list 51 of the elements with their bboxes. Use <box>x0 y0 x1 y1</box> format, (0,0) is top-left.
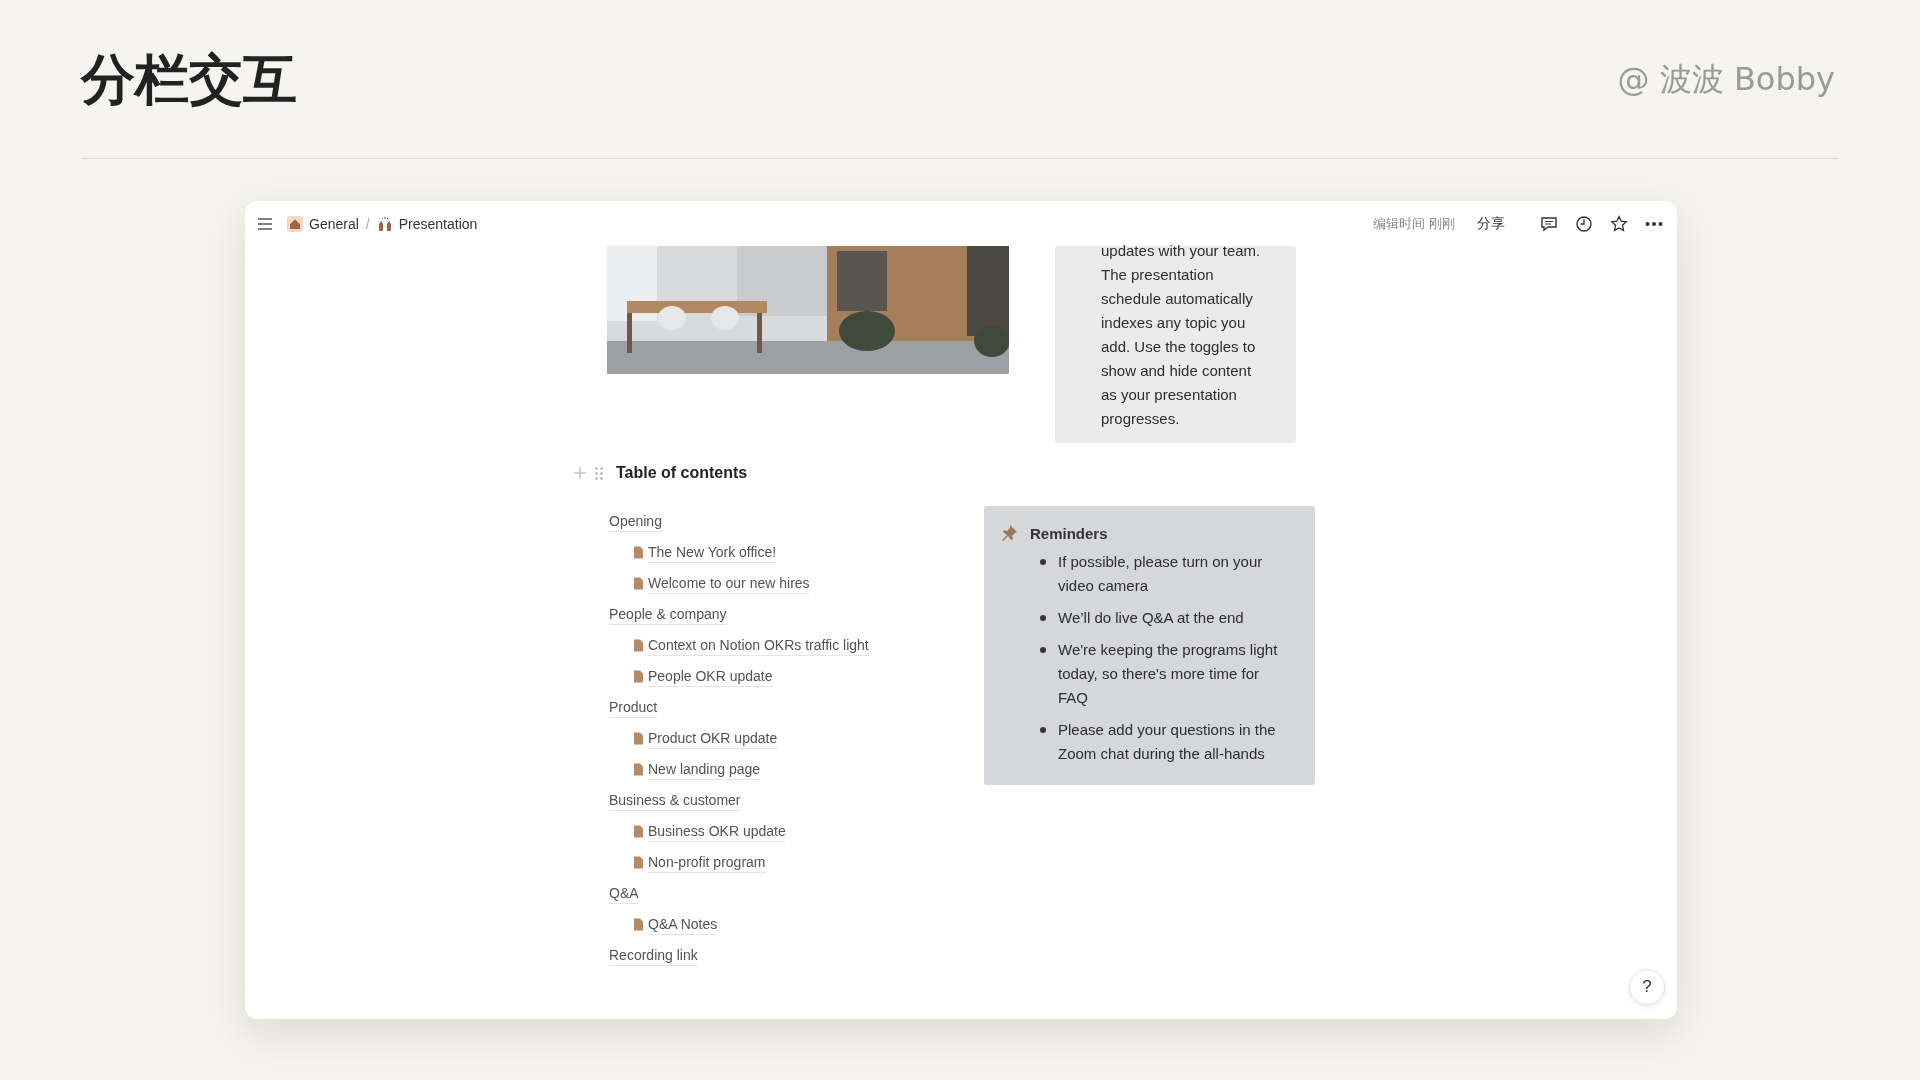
toc-link[interactable]: Q&A <box>609 883 639 904</box>
author-credit: @ 波波 Bobby <box>1617 59 1835 100</box>
drag-handle-icon[interactable] <box>595 466 603 480</box>
callout-text: updates with your team. The presentation schedule automatically indexes any topic you add. Use the toggles to show and hide content as your presentation progresses. <box>1101 241 1262 429</box>
callout-title: Reminders <box>1030 524 1108 542</box>
more-icon[interactable] <box>1645 220 1663 227</box>
house-icon <box>287 215 303 232</box>
toc-link[interactable]: Product OKR update <box>648 728 778 749</box>
bullet-text: We’ll do live Q&A at the end <box>1058 608 1244 628</box>
bullet-icon <box>1040 559 1046 565</box>
bullet-text: If possible, please turn on your video camera <box>1058 552 1264 596</box>
toc-link[interactable]: Non-profit program <box>648 852 766 873</box>
toc-link[interactable]: New landing page <box>648 759 761 780</box>
bullet-icon <box>1040 727 1046 733</box>
toc-link[interactable]: The New York office! <box>648 542 777 563</box>
breadcrumb-link[interactable]: General <box>309 215 359 232</box>
page-icon <box>633 546 644 559</box>
page-icon <box>633 639 644 652</box>
page-icon <box>633 825 644 838</box>
page-icon <box>633 732 644 745</box>
toc-link[interactable]: Welcome to our new hires <box>648 573 810 594</box>
breadcrumb-separator: / <box>365 215 370 232</box>
toc-link[interactable]: People OKR update <box>648 666 773 687</box>
star-icon[interactable] <box>1610 214 1628 233</box>
page-icon <box>633 856 644 869</box>
help-button[interactable]: ? <box>1629 969 1665 1005</box>
toc-link[interactable]: Context on Notion OKRs traffic light <box>648 635 869 656</box>
page-icon <box>633 670 644 683</box>
toc-link[interactable]: Business & customer <box>609 790 741 811</box>
bullet-text: We're keeping the programs light today, so there's more time for FAQ <box>1058 640 1279 708</box>
toc-link[interactable]: Business OKR update <box>648 821 786 842</box>
toc-link[interactable]: Q&A Notes <box>648 914 718 935</box>
bullet-icon <box>1040 615 1046 621</box>
clock-icon[interactable] <box>1575 214 1593 233</box>
share-button[interactable]: 分享 <box>1473 212 1509 235</box>
page-icon <box>633 763 644 776</box>
edited-time: 编辑时间 刚刚 <box>1373 214 1455 233</box>
slide-title: 分栏交互 <box>81 46 297 113</box>
toc-link[interactable]: Product <box>609 697 658 718</box>
breadcrumb-link[interactable]: Presentation <box>398 215 478 232</box>
menu-icon[interactable] <box>257 216 273 231</box>
page-icon <box>633 577 644 590</box>
toc-link[interactable]: People & company <box>609 604 727 625</box>
bullet-text: Please add your questions in the Zoom chat during the all-hands <box>1058 720 1277 764</box>
page-icon <box>633 918 644 931</box>
bullet-icon <box>1040 647 1046 653</box>
toc-heading: Table of contents <box>616 464 748 482</box>
pushpin-icon <box>1000 524 1018 542</box>
toc-link[interactable]: Opening <box>609 511 662 532</box>
comment-icon[interactable] <box>1540 214 1558 233</box>
toc-link[interactable]: Recording link <box>609 945 698 966</box>
